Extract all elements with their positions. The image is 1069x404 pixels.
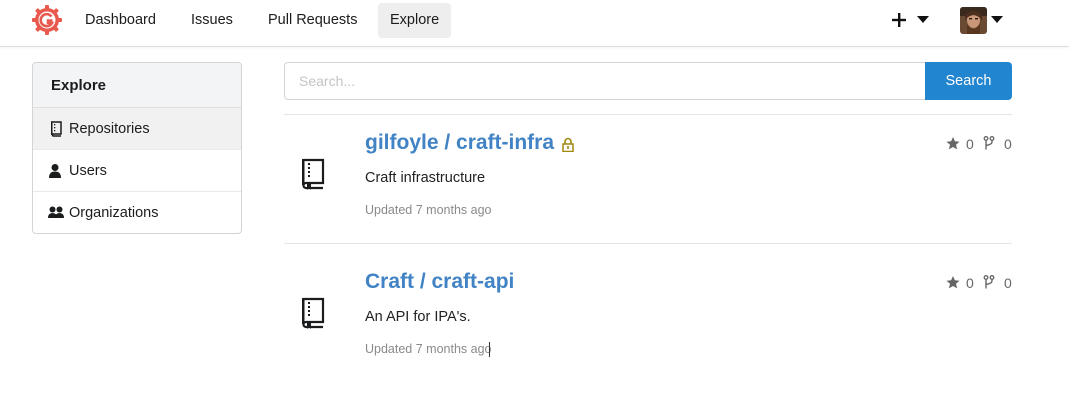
repo-title-link[interactable]: Craft / craft-api xyxy=(365,270,514,294)
user-icon xyxy=(49,164,61,178)
star-count: 0 xyxy=(966,136,974,152)
sidebar-header: Explore xyxy=(33,63,241,108)
plus-icon xyxy=(892,13,906,27)
top-navbar: Dashboard Issues Pull Requests Explore xyxy=(0,0,1069,47)
repo-icon xyxy=(51,121,62,137)
fork-count: 0 xyxy=(1004,275,1012,291)
organization-icon xyxy=(48,206,64,218)
user-menu-dropdown[interactable] xyxy=(960,7,1006,35)
nav-explore[interactable]: Explore xyxy=(378,3,452,38)
search-input[interactable] xyxy=(284,62,926,100)
avatar xyxy=(960,7,987,34)
explore-sidebar: Explore Repositories Users Organizations xyxy=(32,62,242,234)
create-new-dropdown[interactable] xyxy=(888,8,932,32)
repo-list-item: Craft / craft-api An API for IPA's. Upda… xyxy=(284,254,1012,382)
fork-count: 0 xyxy=(1004,136,1012,152)
nav-issues[interactable]: Issues xyxy=(191,3,233,38)
repo-stats: 0 0 xyxy=(946,275,1012,291)
repo-description: An API for IPA's. xyxy=(365,309,471,325)
star-count: 0 xyxy=(966,275,974,291)
repo-updated-time: Updated 7 months ago xyxy=(365,203,492,217)
divider xyxy=(284,243,1012,244)
text-cursor xyxy=(489,342,490,357)
repo-list-item: gilfoyle / craft-infra Craft infrastruct… xyxy=(284,115,1012,243)
repo-stats: 0 0 xyxy=(946,136,1012,152)
nav-dashboard[interactable]: Dashboard xyxy=(85,3,156,38)
repo-title-link[interactable]: gilfoyle / craft-infra xyxy=(365,131,554,155)
nav-pull-requests[interactable]: Pull Requests xyxy=(268,3,357,38)
repo-updated-time: Updated 7 months ago xyxy=(365,342,492,356)
star-icon[interactable] xyxy=(946,136,960,151)
repo-description: Craft infrastructure xyxy=(365,170,486,186)
caret-down-icon xyxy=(917,16,929,23)
lock-icon xyxy=(562,137,574,152)
sidebar-item-repositories[interactable]: Repositories xyxy=(33,108,241,150)
repo-icon xyxy=(302,297,325,329)
sidebar-item-users[interactable]: Users xyxy=(33,150,241,192)
fork-icon[interactable] xyxy=(982,136,996,151)
gitea-logo-icon[interactable] xyxy=(31,4,63,36)
sidebar-item-label: Organizations xyxy=(69,205,159,221)
star-icon[interactable] xyxy=(946,275,960,290)
repo-icon xyxy=(302,158,325,190)
sidebar-item-label: Users xyxy=(69,163,107,179)
search-button[interactable]: Search xyxy=(925,62,1012,100)
caret-down-icon xyxy=(991,16,1003,23)
sidebar-item-organizations[interactable]: Organizations xyxy=(33,192,241,233)
fork-icon[interactable] xyxy=(982,275,996,290)
sidebar-item-label: Repositories xyxy=(69,121,150,137)
